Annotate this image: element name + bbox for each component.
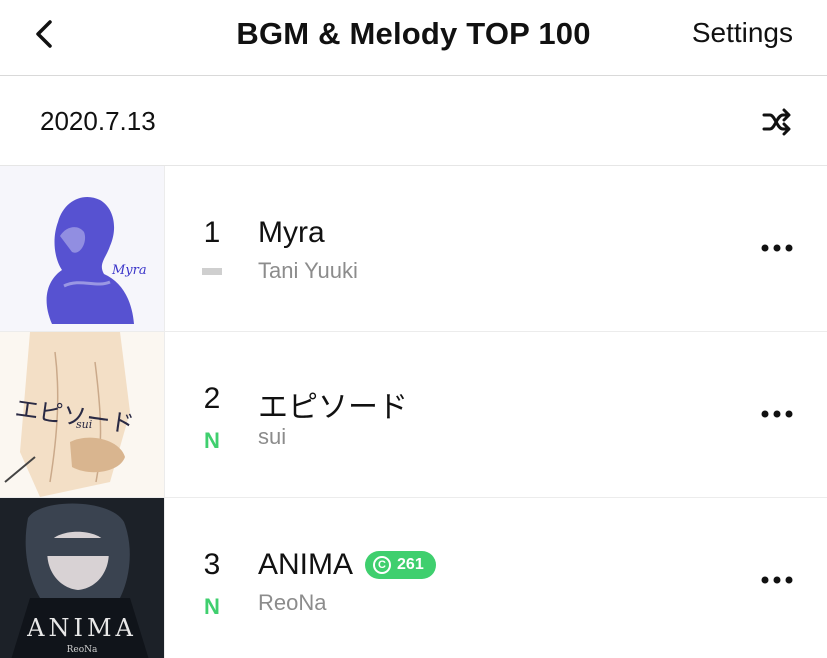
shuffle-icon — [762, 108, 791, 136]
count-badge-value: 261 — [397, 556, 424, 573]
settings-button[interactable]: Settings — [692, 17, 793, 49]
date-bar: 2020.7.13 — [0, 76, 827, 166]
rank-number: 1 — [203, 216, 221, 249]
more-options-button[interactable] — [761, 402, 793, 426]
chart-date: 2020.7.13 — [40, 106, 156, 136]
album-art: Myra — [0, 166, 165, 331]
song-title: Myra — [258, 216, 325, 250]
album-art-subtext: sui — [76, 418, 92, 431]
album-art: エピソード sui — [0, 332, 165, 497]
more-options-button[interactable] — [761, 236, 793, 260]
song-title: ANIMA C 261 — [258, 548, 436, 582]
album-art-text: Myra — [111, 263, 147, 278]
artist-name: ReoNa — [258, 590, 327, 615]
track-row[interactable]: Myra 1 Myra Tani Yuuki — [0, 166, 827, 332]
count-badge: C 261 — [365, 551, 436, 579]
song-title-text: ANIMA — [258, 548, 354, 581]
artist-name: Tani Yuuki — [258, 258, 358, 283]
track-row[interactable]: エピソード sui 2 N エピソード sui — [0, 332, 827, 498]
shuffle-button[interactable] — [761, 106, 793, 138]
more-dots-icon — [761, 576, 793, 584]
nav-bar: BGM & Melody TOP 100 Settings — [0, 0, 827, 76]
track-row[interactable]: ANIMA ReoNa 3 N ANIMA C 261 ReoNa — [0, 498, 827, 658]
more-dots-icon — [761, 244, 793, 252]
c-icon: C — [373, 556, 392, 574]
artist-name: sui — [258, 424, 287, 449]
album-art-text: ANIMA — [26, 614, 137, 642]
rank-number: 2 — [203, 382, 221, 415]
album-art-subtext: ReoNa — [67, 645, 98, 655]
new-entry-badge: N — [204, 594, 220, 619]
rank-unchanged-icon — [202, 268, 222, 275]
song-title-text: Myra — [258, 216, 325, 249]
song-title: エピソード — [258, 382, 408, 426]
album-art: ANIMA ReoNa — [0, 498, 165, 658]
new-entry-badge: N — [204, 428, 220, 453]
more-dots-icon — [761, 410, 793, 418]
rank-number: 3 — [203, 548, 221, 581]
song-title-text: エピソード — [258, 391, 408, 424]
more-options-button[interactable] — [761, 568, 793, 592]
